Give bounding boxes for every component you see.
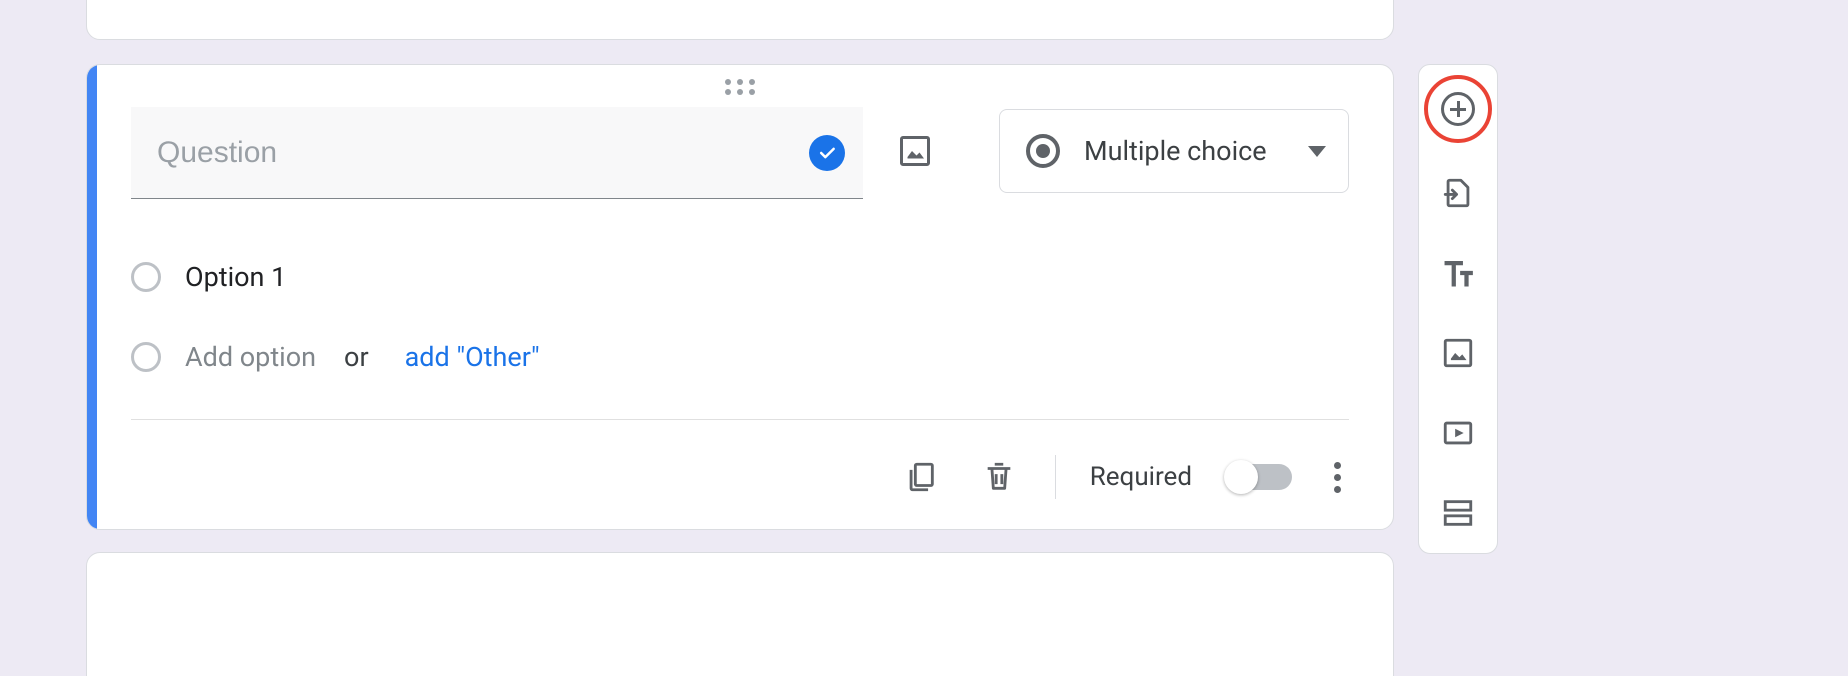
radio-unchecked-icon: [131, 262, 161, 292]
divider: [131, 419, 1349, 420]
add-option-button[interactable]: Add option: [185, 341, 316, 373]
add-section-button[interactable]: [1432, 487, 1484, 539]
add-video-button[interactable]: [1432, 407, 1484, 459]
required-label: Required: [1090, 462, 1192, 492]
question-card: Multiple choice Option 1 Add option or a…: [86, 64, 1394, 530]
more-options-button[interactable]: [1326, 454, 1349, 501]
duplicate-button[interactable]: [899, 455, 943, 499]
question-input[interactable]: [155, 135, 793, 171]
question-type-label: Multiple choice: [1084, 135, 1284, 167]
add-option-row: Add option or add "Other": [131, 317, 1349, 397]
or-text: or: [344, 341, 369, 373]
radio-unchecked-icon: [131, 342, 161, 372]
option-label[interactable]: Option 1: [185, 261, 286, 293]
plus-circle-icon: [1441, 92, 1475, 126]
side-toolbar: [1418, 64, 1498, 554]
option-row[interactable]: Option 1: [131, 237, 1349, 317]
previous-card: [86, 0, 1394, 40]
delete-button[interactable]: [977, 455, 1021, 499]
add-other-link[interactable]: add "Other": [405, 341, 540, 373]
check-circle-icon: [809, 135, 845, 171]
card-accent: [87, 65, 97, 529]
radio-checked-icon: [1026, 134, 1060, 168]
chevron-down-icon: [1308, 146, 1326, 157]
add-image-tool-button[interactable]: [1432, 327, 1484, 379]
question-type-select[interactable]: Multiple choice: [999, 109, 1349, 193]
add-question-button[interactable]: [1428, 79, 1488, 139]
add-image-button[interactable]: [891, 127, 939, 175]
required-toggle[interactable]: [1226, 464, 1292, 490]
import-questions-button[interactable]: [1432, 167, 1484, 219]
toggle-knob: [1224, 460, 1258, 494]
add-title-button[interactable]: [1432, 247, 1484, 299]
question-input-wrap: [131, 107, 863, 199]
next-card: [86, 552, 1394, 676]
vertical-separator: [1055, 455, 1056, 499]
drag-handle-icon[interactable]: [725, 79, 755, 95]
